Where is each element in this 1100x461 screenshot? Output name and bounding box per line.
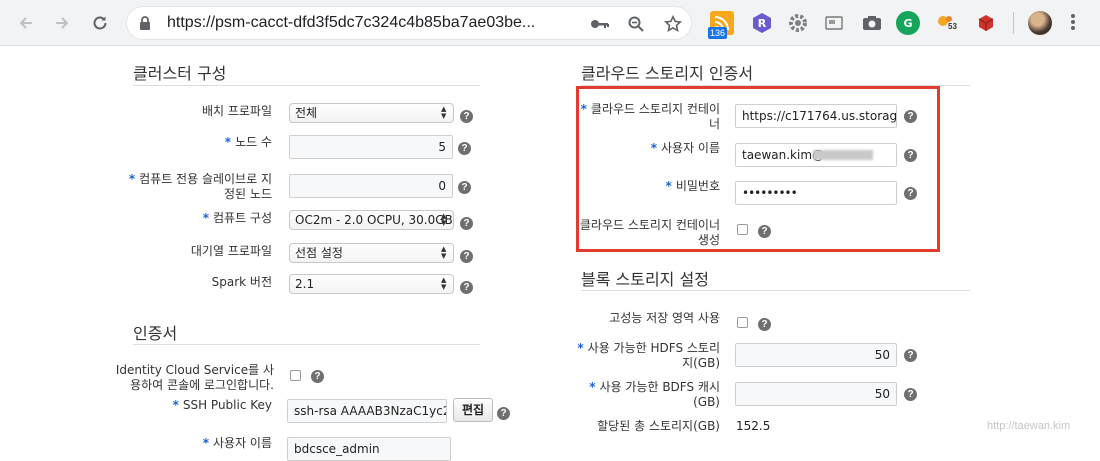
username-label: * 사용자 이름 — [202, 436, 272, 450]
reload-button[interactable] — [86, 9, 114, 37]
bdfs-cache-input[interactable]: 50 — [735, 382, 897, 406]
highlight-box — [576, 86, 940, 252]
ssh-key-label: * SSH Public Key — [172, 398, 272, 412]
rss-unread-badge: 136 — [708, 27, 728, 39]
watermark-text: http://taewan.kim — [987, 420, 1071, 432]
help-icon[interactable]: ? — [758, 318, 771, 331]
profile-avatar[interactable] — [1028, 11, 1052, 35]
node-count-input[interactable]: 5 — [289, 135, 453, 159]
edit-ssh-key-button[interactable]: 편집 — [453, 398, 494, 422]
cube-extension-icon[interactable] — [974, 11, 998, 35]
queue-profile-label: 대기열 프로파일 — [190, 244, 272, 258]
high-perf-storage-label: 고성능 저장 영역 사용 — [609, 311, 720, 325]
help-icon[interactable]: ? — [460, 217, 473, 230]
forward-button[interactable] — [48, 9, 76, 37]
batch-profile-select[interactable]: 전체 ▲ ▼ — [289, 103, 454, 123]
batch-profile-label: 배치 프로파일 — [201, 104, 272, 118]
address-bar[interactable]: https://psm-cacct-dfd3f5dc7c324c4b85ba7a… — [126, 6, 692, 40]
idcs-login-label: Identity Cloud Service를 사 용하여 콘솔에 로그인합니다. — [115, 363, 274, 392]
help-icon[interactable]: ? — [904, 349, 917, 362]
gear-extension-icon[interactable] — [786, 11, 810, 35]
total-storage-value: 152.5 — [736, 419, 771, 433]
select-arrows-icon: ▲ ▼ — [441, 245, 447, 260]
help-icon[interactable]: ? — [458, 181, 471, 194]
section-divider — [581, 290, 970, 291]
compute-shape-select[interactable]: OC2m - 2.0 OCPU, 30.0GB ▲ ▼ — [289, 210, 454, 230]
lock-icon — [139, 15, 151, 35]
camera-extension-icon[interactable] — [860, 11, 884, 35]
node-count-label: * 노드 수 — [224, 135, 272, 149]
section-divider — [133, 85, 480, 86]
cloud-storage-title: 클라우드 스토리지 인증서 — [581, 64, 754, 83]
bdfs-cache-label: * 사용 가능한 BDFS 캐시 (GB) — [589, 380, 720, 409]
r-extension-icon[interactable]: R — [750, 11, 774, 35]
help-icon[interactable]: ? — [460, 281, 473, 294]
s3-extension-label: 53 — [948, 22, 957, 31]
help-icon[interactable]: ? — [460, 110, 473, 123]
browser-toolbar: https://psm-cacct-dfd3f5dc7c324c4b85ba7a… — [0, 0, 1100, 46]
back-arrow-icon — [19, 17, 32, 29]
high-perf-storage-checkbox[interactable] — [737, 317, 748, 328]
help-icon[interactable]: ? — [311, 370, 324, 383]
window-extension-icon[interactable] — [822, 11, 846, 35]
ssh-key-input[interactable]: ssh-rsa AAAAB3NzaC1yc2E — [287, 399, 447, 423]
compute-slave-input[interactable]: 0 — [289, 174, 453, 198]
key-icon[interactable] — [589, 13, 611, 35]
hdfs-storage-label: * 사용 가능한 HDFS 스토리 지(GB) — [577, 341, 720, 370]
more-vertical-icon — [1071, 14, 1075, 30]
reload-icon — [93, 16, 107, 30]
forward-arrow-icon — [56, 17, 69, 29]
spark-version-label: Spark 버전 — [211, 275, 272, 289]
back-button[interactable] — [12, 9, 40, 37]
username-input[interactable]: bdcsce_admin — [287, 437, 451, 461]
help-icon[interactable]: ? — [904, 388, 917, 401]
help-icon[interactable]: ? — [460, 250, 473, 263]
section-divider — [133, 344, 480, 345]
credentials-title: 인증서 — [133, 324, 178, 343]
block-storage-title: 블록 스토리지 설정 — [581, 270, 709, 289]
compute-shape-label: * 컴퓨트 구성 — [202, 211, 272, 225]
help-icon[interactable]: ? — [497, 407, 510, 420]
compute-slave-label: * 컴퓨트 전용 슬레이브로 지 정된 노드 — [128, 172, 272, 201]
browser-menu-button[interactable] — [1070, 12, 1076, 36]
grammarly-extension-icon[interactable]: G — [896, 11, 920, 35]
bookmark-star-icon[interactable] — [662, 13, 684, 35]
cluster-config-title: 클러스터 구성 — [133, 64, 227, 83]
total-storage-label: 할당된 총 스토리지(GB) — [597, 419, 720, 433]
spark-version-select[interactable]: 2.1 ▲ ▼ — [289, 274, 454, 294]
hdfs-storage-input[interactable]: 50 — [735, 343, 897, 367]
help-icon[interactable]: ? — [458, 142, 471, 155]
url-text: https://psm-cacct-dfd3f5dc7c324c4b85ba7a… — [167, 14, 536, 31]
zoom-icon[interactable] — [625, 13, 647, 35]
select-arrows-icon: ▲ ▼ — [441, 276, 447, 291]
queue-profile-select[interactable]: 선점 설정 ▲ ▼ — [289, 243, 454, 263]
idcs-login-checkbox[interactable] — [290, 370, 301, 381]
select-arrows-icon: ▲ ▼ — [441, 212, 447, 227]
toolbar-divider — [1013, 12, 1014, 34]
select-arrows-icon: ▲ ▼ — [441, 105, 447, 120]
